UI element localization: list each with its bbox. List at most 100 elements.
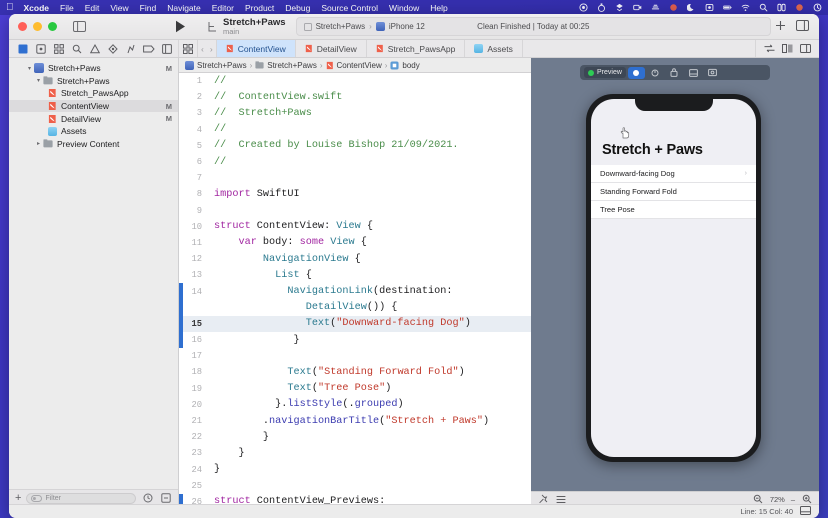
dropbox-icon[interactable]	[615, 3, 624, 12]
wifi-icon[interactable]	[741, 3, 750, 12]
menu-item-navigate[interactable]: Navigate	[167, 3, 201, 13]
code-line[interactable]: 13 List {	[179, 267, 531, 283]
adjust-editor-icon[interactable]	[782, 40, 793, 58]
menu-item-help[interactable]: Help	[430, 3, 447, 13]
code-line[interactable]: 8 import SwiftUI	[179, 186, 531, 202]
code-line[interactable]: 5 // Created by Louise Bishop 21/09/2021.	[179, 138, 531, 154]
code-line[interactable]: 19 Text("Tree Pose")	[179, 381, 531, 397]
tab-stretch-pawsapp[interactable]: Stretch_PawsApp	[367, 40, 466, 57]
screenshot-icon[interactable]	[705, 3, 714, 12]
source-control-navigator-icon[interactable]	[32, 41, 49, 57]
code-line[interactable]: DetailView()) {	[179, 299, 531, 316]
add-file-button[interactable]: +	[15, 493, 21, 504]
inspect-preview-icon[interactable]	[704, 67, 721, 79]
breadcrumb-item-folder[interactable]: Stretch+Paws	[255, 61, 317, 70]
live-preview-button[interactable]: Preview	[584, 67, 626, 78]
code-line[interactable]: 22 }	[179, 429, 531, 445]
tree-row-assets[interactable]: Assets	[9, 125, 178, 138]
symbol-navigator-icon[interactable]	[50, 41, 67, 57]
menu-item-editor[interactable]: Editor	[212, 3, 234, 13]
source-code[interactable]: 1 // 2 // ContentView.swift 3 // Stretch+Paws…	[179, 73, 531, 506]
issue-navigator-icon[interactable]	[86, 41, 103, 57]
preview-list-item[interactable]: Standing Forward Fold	[591, 183, 756, 201]
menu-item-edit[interactable]: Edit	[85, 3, 100, 13]
control-center-icon[interactable]	[777, 3, 786, 12]
adobe-icon[interactable]	[669, 3, 678, 12]
code-line[interactable]: 24}	[179, 462, 531, 478]
notification-icon[interactable]	[795, 3, 804, 12]
zoom-reset-button[interactable]: –	[791, 495, 795, 504]
build-status-bar[interactable]: Stretch+Paws › iPhone 12 Clean Finished …	[295, 17, 771, 36]
siri-icon[interactable]	[813, 3, 822, 12]
tree-row-project[interactable]: ▾ Stretch+Paws M	[9, 62, 178, 75]
code-line[interactable]: 10 struct ContentView: View {	[179, 219, 531, 235]
device-settings-icon[interactable]	[666, 67, 683, 79]
code-line[interactable]: 11 var body: some View {	[179, 235, 531, 251]
minimize-button[interactable]	[33, 22, 42, 31]
code-line[interactable]: 18 Text("Standing Forward Fold")	[179, 364, 531, 380]
breakpoint-navigator-icon[interactable]	[140, 41, 157, 57]
device-screen[interactable]: Stretch + Paws Downward-facing Dog › Sta…	[591, 99, 756, 457]
close-button[interactable]	[18, 22, 27, 31]
navigator-filter-input[interactable]: Filter	[26, 492, 136, 504]
stopwatch-icon[interactable]	[597, 3, 606, 12]
live-preview-icon[interactable]	[627, 66, 645, 79]
code-line[interactable]: 12 NavigationView {	[179, 251, 531, 267]
chevron-right-icon[interactable]: ›	[210, 44, 213, 54]
menu-item-file[interactable]: File	[60, 3, 74, 13]
code-line[interactable]: 16 }	[179, 332, 531, 349]
code-line[interactable]: 14 NavigationLink(destination:	[179, 283, 531, 300]
menu-item-window[interactable]: Window	[389, 3, 419, 13]
code-line[interactable]: 1 //	[179, 73, 531, 89]
apple-icon[interactable]: 	[6, 2, 14, 13]
duplicate-preview-icon[interactable]	[685, 67, 702, 79]
iphone-preview-device[interactable]: Stretch + Paws Downward-facing Dog › Sta…	[586, 94, 761, 462]
chevron-left-icon[interactable]: ‹	[201, 44, 204, 54]
preview-list-item[interactable]: Tree Pose	[591, 201, 756, 219]
tree-row-preview-content[interactable]: ▸ Preview Content	[9, 138, 178, 151]
code-line[interactable]: 15 Text("Downward-facing Dog")	[179, 315, 531, 332]
disclosure-open-icon[interactable]: ▾	[34, 77, 43, 84]
preview-list-item[interactable]: Downward-facing Dog ›	[591, 165, 756, 183]
plus-icon[interactable]	[775, 18, 786, 36]
code-line[interactable]: 7	[179, 170, 531, 186]
code-line[interactable]: 25	[179, 478, 531, 494]
debug-preview-icon[interactable]	[647, 67, 664, 79]
code-line[interactable]: 2 // ContentView.swift	[179, 89, 531, 105]
cloud-sync-icon[interactable]	[651, 3, 660, 12]
tab-assets[interactable]: Assets	[465, 40, 523, 57]
tree-row-detailview[interactable]: DetailView M	[9, 112, 178, 125]
menu-item-product[interactable]: Product	[245, 3, 274, 13]
tree-row-folder-stretch-paws[interactable]: ▾ Stretch+Paws	[9, 75, 178, 88]
scheme-selector[interactable]: Stretch+Paws main	[201, 17, 292, 36]
project-navigator-icon[interactable]	[14, 41, 31, 57]
screen-record-icon[interactable]	[633, 3, 642, 12]
moon-icon[interactable]	[687, 3, 696, 12]
breadcrumb-item-symbol[interactable]: body	[390, 61, 420, 70]
add-editor-icon[interactable]	[800, 40, 811, 58]
debug-area-toggle-icon[interactable]	[800, 506, 811, 517]
run-button[interactable]	[169, 18, 191, 36]
tab-detailview[interactable]: DetailView	[296, 40, 367, 57]
menu-item-find[interactable]: Find	[140, 3, 157, 13]
menu-item-source-control[interactable]: Source Control	[321, 3, 378, 13]
disclosure-open-icon[interactable]: ▾	[25, 65, 34, 72]
spotlight-icon[interactable]	[759, 3, 768, 12]
canvas-viewport[interactable]: Preview Stretch + Paws Downward-facing D…	[531, 58, 819, 491]
code-line[interactable]: 21 .navigationBarTitle("Stretch + Paws")	[179, 413, 531, 429]
code-line[interactable]: 4 //	[179, 122, 531, 138]
menu-item-view[interactable]: View	[110, 3, 128, 13]
recent-files-icon[interactable]	[141, 492, 154, 504]
tree-row-contentview[interactable]: ContentView M	[9, 99, 178, 113]
code-line[interactable]: 17	[179, 348, 531, 364]
sidebar-toggle-icon[interactable]	[71, 20, 87, 34]
code-line[interactable]: 20 }.listStyle(.grouped)	[179, 397, 531, 413]
code-line[interactable]: 9	[179, 203, 531, 219]
zoom-button[interactable]	[48, 22, 57, 31]
code-review-icon[interactable]	[764, 40, 775, 58]
source-control-filter-icon[interactable]	[159, 492, 172, 504]
battery-icon[interactable]	[723, 3, 732, 12]
tab-overview-icon[interactable]	[179, 40, 198, 57]
menu-item-debug[interactable]: Debug	[285, 3, 310, 13]
find-navigator-icon[interactable]	[68, 41, 85, 57]
